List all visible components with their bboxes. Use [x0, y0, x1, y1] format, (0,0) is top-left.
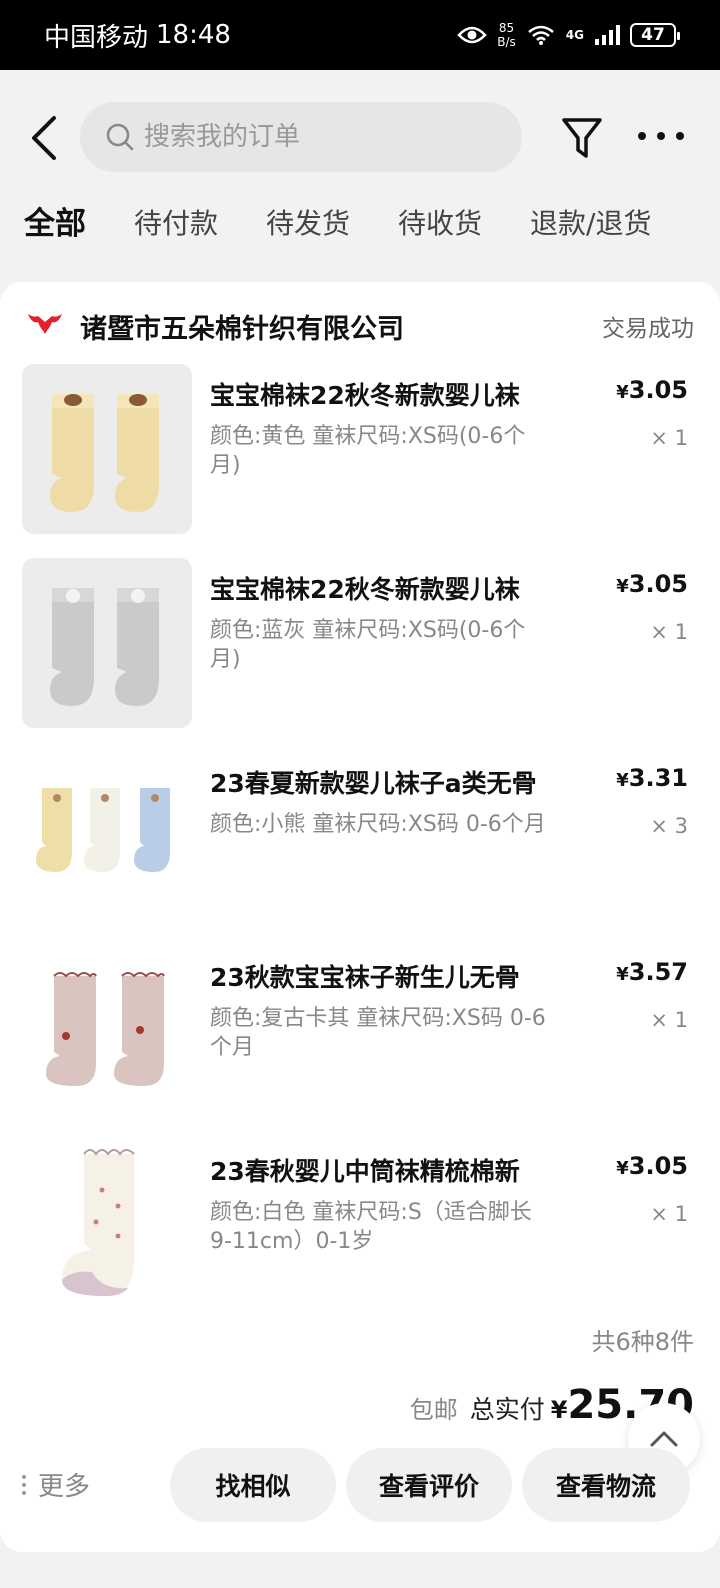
product-spec: 颜色:白色 童袜尺码:S（适合脚长9-11cm）0-1岁: [210, 1200, 532, 1254]
order-item[interactable]: 宝宝棉袜22秋冬新款婴儿袜 颜色:黄色 童袜尺码:XS码(0-6个月) ¥3.0…: [22, 364, 694, 536]
header: [0, 70, 720, 210]
net-speed: 85 B/s: [497, 21, 516, 49]
product-price: ¥3.57: [616, 958, 688, 986]
search-icon: [106, 123, 134, 151]
carrier: 中国移动: [44, 22, 149, 53]
shop-header[interactable]: 诸暨市五朵棉针织有限公司 交易成功: [26, 306, 694, 346]
view-reviews-button[interactable]: 查看评价: [346, 1448, 512, 1522]
product-image: [22, 1140, 192, 1310]
shop-logo-icon: [28, 314, 62, 334]
product-title[interactable]: 宝宝棉袜22秋冬新款婴儿袜: [210, 570, 590, 606]
product-image: [22, 752, 192, 922]
network-type: 4G: [565, 28, 584, 42]
status-bar: 中国移动 18:48 85 B/s 4G 47: [0, 0, 720, 70]
product-spec: 颜色:复古卡其 童袜尺码:XS码 0-6个月: [210, 1006, 546, 1060]
more-options-icon[interactable]: [636, 126, 686, 146]
product-title[interactable]: 23春秋婴儿中筒袜精梳棉新: [210, 1152, 590, 1188]
find-similar-button[interactable]: 找相似: [170, 1448, 336, 1522]
product-price: ¥3.05: [616, 1152, 688, 1180]
product-quantity: × 1: [650, 620, 688, 644]
product-spec: 颜色:小熊 童袜尺码:XS码 0-6个月: [210, 812, 546, 837]
clock: 18:48: [156, 20, 231, 50]
search-bar[interactable]: [80, 102, 522, 172]
product-image: [22, 558, 192, 728]
product-price: ¥3.05: [616, 376, 688, 404]
product-spec: 颜色:蓝灰 童袜尺码:XS码(0-6个月): [210, 618, 526, 672]
battery-indicator: 47: [630, 23, 680, 47]
free-shipping-label: 包邮: [409, 1396, 458, 1424]
eye-icon: [457, 26, 487, 44]
order-card: 诸暨市五朵棉针织有限公司 交易成功 宝宝棉袜22秋冬新款婴儿袜 颜色:黄色 童袜…: [0, 282, 720, 1552]
filter-icon[interactable]: [560, 114, 604, 162]
product-image: [22, 946, 192, 1116]
order-item[interactable]: 23春夏新款婴儿袜子a类无骨 颜色:小熊 童袜尺码:XS码 0-6个月 ¥3.3…: [22, 752, 694, 924]
product-title[interactable]: 23春夏新款婴儿袜子a类无骨: [210, 764, 590, 800]
currency-symbol: ¥: [550, 1396, 568, 1424]
product-quantity: × 1: [650, 1202, 688, 1226]
product-price: ¥3.05: [616, 570, 688, 598]
product-title[interactable]: 23秋款宝宝袜子新生儿无骨: [210, 958, 590, 994]
tab-pending-receipt[interactable]: 待收货: [398, 200, 482, 260]
order-actions: 更多 找相似 查看评价 查看物流: [0, 1448, 720, 1524]
product-spec: 颜色:黄色 童袜尺码:XS码(0-6个月): [210, 424, 526, 478]
product-title[interactable]: 宝宝棉袜22秋冬新款婴儿袜: [210, 376, 590, 412]
order-tabs: 全部 待付款 待发货 待收货 退款/退货: [0, 200, 720, 260]
product-quantity: × 1: [650, 1008, 688, 1032]
order-item[interactable]: 宝宝棉袜22秋冬新款婴儿袜 颜色:蓝灰 童袜尺码:XS码(0-6个月) ¥3.0…: [22, 558, 694, 730]
shop-name[interactable]: 诸暨市五朵棉针织有限公司: [80, 307, 404, 346]
chevron-up-icon: [650, 1431, 678, 1447]
wifi-icon: [527, 25, 554, 45]
back-arrow-icon[interactable]: [22, 110, 66, 166]
tab-pending-payment[interactable]: 待付款: [134, 200, 218, 260]
product-image: [22, 364, 192, 534]
view-logistics-button[interactable]: 查看物流: [522, 1448, 690, 1522]
tab-pending-shipment[interactable]: 待发货: [266, 200, 350, 260]
order-status: 交易成功: [602, 316, 694, 342]
order-item[interactable]: 23春秋婴儿中筒袜精梳棉新 颜色:白色 童袜尺码:S（适合脚长9-11cm）0-…: [22, 1140, 694, 1312]
product-quantity: × 3: [650, 814, 688, 838]
tab-refund-return[interactable]: 退款/退货: [530, 200, 651, 260]
total-label: 总实付: [469, 1395, 545, 1424]
search-input[interactable]: [144, 122, 504, 152]
signal-icon: [595, 25, 620, 45]
order-item[interactable]: 23秋款宝宝袜子新生儿无骨 颜色:复古卡其 童袜尺码:XS码 0-6个月 ¥3.…: [22, 946, 694, 1118]
item-count-summary: 共6种8件: [591, 1328, 694, 1356]
tab-all[interactable]: 全部: [24, 200, 86, 260]
product-price: ¥3.31: [616, 764, 688, 792]
vertical-dots-icon: [22, 1474, 26, 1495]
more-actions-button[interactable]: 更多: [20, 1466, 90, 1503]
product-quantity: × 1: [650, 426, 688, 450]
